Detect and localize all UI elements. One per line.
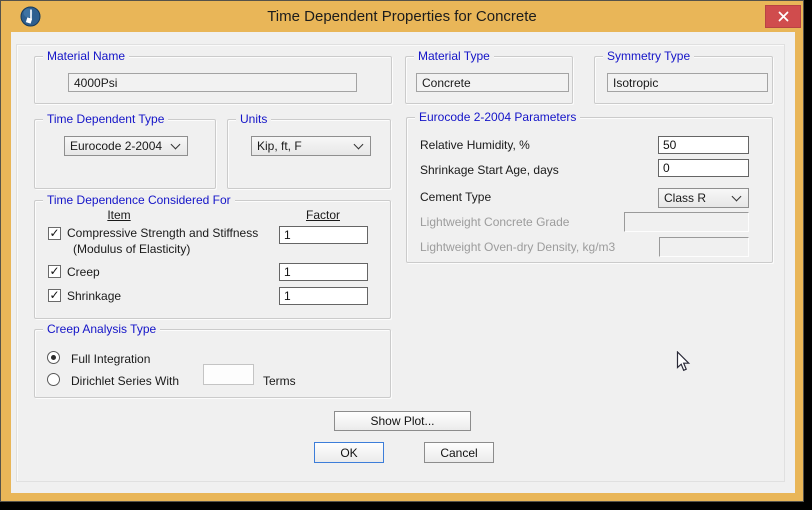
- dirichlet-series-radio[interactable]: [47, 373, 60, 386]
- units-value: Kip, ft, F: [257, 139, 355, 153]
- units-group-label: Units: [236, 112, 271, 126]
- material-type-field: Concrete: [416, 73, 569, 92]
- cancel-button[interactable]: Cancel: [424, 442, 494, 463]
- dirichlet-series-label: Dirichlet Series With: [71, 374, 179, 388]
- check-icon: ✓: [49, 266, 59, 276]
- creep-analysis-group-label: Creep Analysis Type: [43, 322, 160, 336]
- time-dependent-type-value: Eurocode 2-2004: [70, 139, 172, 153]
- shrinkage-checkbox[interactable]: ✓: [48, 289, 61, 302]
- time-dependent-type-group-label: Time Dependent Type: [43, 112, 168, 126]
- terms-label: Terms: [263, 374, 296, 388]
- dialog-window: Time Dependent Properties for Concrete M…: [0, 0, 804, 502]
- time-dependent-type-dropdown[interactable]: Eurocode 2-2004: [64, 136, 188, 156]
- material-name-field: 4000Psi: [68, 73, 357, 92]
- check-icon: ✓: [49, 228, 59, 238]
- lightweight-grade-label: Lightweight Concrete Grade: [420, 215, 569, 229]
- stiffness-factor-input[interactable]: [279, 226, 368, 244]
- dialog-content: Material Name 4000Psi Material Type Conc…: [11, 32, 795, 493]
- shrinkage-start-age-input[interactable]: [658, 159, 749, 177]
- units-dropdown[interactable]: Kip, ft, F: [251, 136, 371, 156]
- lightweight-density-field: [659, 237, 749, 257]
- relative-humidity-input[interactable]: [658, 136, 749, 154]
- item-column-header: Item: [89, 208, 149, 222]
- shrinkage-label: Shrinkage: [67, 289, 121, 303]
- creep-label: Creep: [67, 265, 100, 279]
- shrinkage-start-age-label: Shrinkage Start Age, days: [420, 163, 559, 177]
- lightweight-density-label: Lightweight Oven-dry Density, kg/m3: [420, 240, 615, 254]
- window-title: Time Dependent Properties for Concrete: [1, 1, 803, 32]
- close-button[interactable]: [765, 5, 801, 28]
- symmetry-type-group-label: Symmetry Type: [603, 49, 694, 63]
- chevron-down-icon: [354, 139, 364, 149]
- material-type-group-label: Material Type: [414, 49, 494, 63]
- cement-type-label: Cement Type: [420, 190, 491, 204]
- dirichlet-terms-input: [203, 364, 254, 385]
- title-bar[interactable]: Time Dependent Properties for Concrete: [1, 1, 803, 32]
- show-plot-button[interactable]: Show Plot...: [334, 411, 471, 431]
- stiffness-label: Compressive Strength and Stiffness: [67, 226, 258, 240]
- stiffness-checkbox[interactable]: ✓: [48, 227, 61, 240]
- full-integration-radio[interactable]: [47, 351, 60, 364]
- chevron-down-icon: [732, 191, 742, 201]
- ok-button[interactable]: OK: [314, 442, 384, 463]
- creep-factor-input[interactable]: [279, 263, 368, 281]
- mouse-cursor-icon: [676, 351, 691, 372]
- full-integration-label: Full Integration: [71, 352, 150, 366]
- check-icon: ✓: [49, 290, 59, 300]
- relative-humidity-label: Relative Humidity, %: [420, 138, 530, 152]
- stiffness-sublabel: (Modulus of Elasticity): [73, 242, 190, 256]
- chevron-down-icon: [171, 139, 181, 149]
- shrinkage-factor-input[interactable]: [279, 287, 368, 305]
- material-type-value: Concrete: [422, 76, 471, 90]
- factor-column-header: Factor: [293, 208, 353, 222]
- symmetry-type-value: Isotropic: [613, 76, 658, 90]
- lightweight-grade-field: [624, 212, 749, 232]
- material-name-group-label: Material Name: [43, 49, 129, 63]
- time-dependence-group-label: Time Dependence Considered For: [43, 193, 235, 207]
- creep-checkbox[interactable]: ✓: [48, 265, 61, 278]
- material-name-value: 4000Psi: [74, 76, 117, 90]
- close-icon: [778, 11, 789, 22]
- cement-type-dropdown[interactable]: Class R: [658, 188, 749, 208]
- symmetry-type-field: Isotropic: [607, 73, 768, 92]
- eurocode-params-group-label: Eurocode 2-2004 Parameters: [415, 110, 580, 124]
- cement-type-value: Class R: [664, 191, 733, 205]
